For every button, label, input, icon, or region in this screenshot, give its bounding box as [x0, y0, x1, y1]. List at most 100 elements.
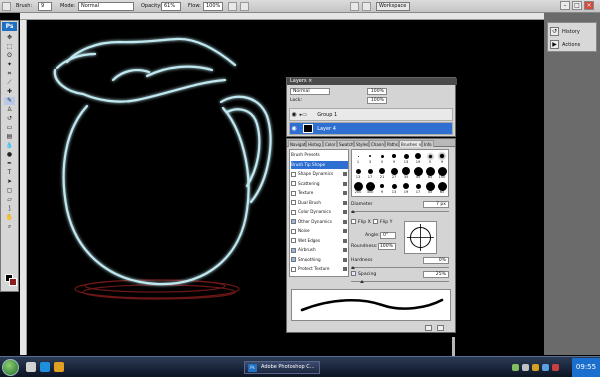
background-color-swatch[interactable]: [9, 278, 17, 286]
spacing-slider-thumb[interactable]: [360, 280, 364, 283]
diameter-slider-thumb[interactable]: [351, 210, 355, 213]
workspace-menu[interactable]: Workspace: [376, 2, 410, 11]
lock-icon[interactable]: [343, 181, 347, 186]
setting-checkbox[interactable]: [291, 238, 296, 243]
layer-fill-field[interactable]: 100%: [367, 97, 387, 104]
layers-tab[interactable]: Layers ×: [287, 78, 457, 85]
ie-icon[interactable]: [40, 362, 50, 372]
brush-setting-item[interactable]: Brush Presets: [291, 151, 348, 159]
brush-setting-item[interactable]: Other Dynamics: [291, 218, 348, 226]
dock-item-history[interactable]: ↺ History: [549, 26, 597, 38]
dodge-tool-icon[interactable]: ●: [4, 151, 15, 159]
brush-tip-preset[interactable]: 3: [364, 151, 376, 164]
notes-tool-icon[interactable]: ▱: [4, 196, 15, 204]
tab-color[interactable]: Color: [323, 140, 337, 147]
tab-histogram[interactable]: Histog: [306, 140, 323, 147]
taskbar-photoshop-button[interactable]: Ps Adobe Photoshop C...: [244, 361, 320, 374]
close-button[interactable]: ×: [584, 1, 594, 10]
brush-setting-item[interactable]: Noise: [291, 227, 348, 235]
maximize-button[interactable]: □: [572, 1, 582, 10]
brush-tip-preset[interactable]: 200: [352, 181, 364, 194]
brush-setting-item[interactable]: Wet Edges: [291, 237, 348, 245]
type-tool-icon[interactable]: T: [4, 169, 15, 177]
create-new-brush-icon[interactable]: [425, 325, 432, 331]
explorer-icon[interactable]: [54, 362, 64, 372]
brush-tool-icon[interactable]: ✎: [4, 97, 15, 105]
spacing-checkbox[interactable]: Spacing: [351, 271, 376, 278]
show-desktop-icon[interactable]: [26, 362, 36, 372]
layer-row-layer-4[interactable]: ◉ Layer 4: [289, 122, 453, 135]
airbrush-icon[interactable]: [228, 2, 237, 11]
setting-checkbox[interactable]: [291, 181, 296, 186]
security-tray-icon[interactable]: [532, 364, 539, 371]
tab-info[interactable]: Info: [422, 140, 434, 147]
tab-swatches[interactable]: Swatch: [337, 140, 354, 147]
marquee-tool-icon[interactable]: ⬚: [4, 43, 15, 51]
ruler-vertical[interactable]: [20, 20, 27, 355]
flip-x-checkbox[interactable]: Flip X: [351, 219, 371, 226]
brush-tip-grid[interactable]: 1 3 5 9 13 19 5 9 13 17 21 27 35 45 65 100 200 300 9 13 19 17…: [351, 149, 449, 197]
panel-scrollbar[interactable]: [452, 337, 455, 356]
lock-icon[interactable]: [343, 229, 347, 233]
angle-roundness-widget[interactable]: [404, 221, 437, 254]
move-tool-icon[interactable]: ✥: [4, 34, 15, 42]
brush-tip-preset[interactable]: 9: [376, 181, 388, 194]
flip-y-checkbox[interactable]: Flip Y: [373, 219, 392, 226]
brush-tip-preset[interactable]: 17: [412, 181, 424, 194]
brush-tip-preset[interactable]: 45: [412, 166, 424, 179]
network-tray-icon[interactable]: [512, 364, 519, 371]
lock-icon[interactable]: [343, 248, 347, 252]
layer-opacity-field[interactable]: 100%: [367, 88, 387, 95]
minimize-button[interactable]: –: [560, 1, 570, 10]
setting-checkbox[interactable]: [291, 200, 296, 205]
visibility-eye-icon[interactable]: ◉: [290, 109, 298, 120]
brush-tool-preset-icon[interactable]: [2, 2, 11, 11]
hand-tool-icon[interactable]: ✋: [4, 214, 15, 222]
diameter-slider[interactable]: [351, 211, 449, 212]
setting-checkbox[interactable]: [291, 257, 296, 262]
shape-tool-icon[interactable]: ▢: [4, 187, 15, 195]
lock-icon[interactable]: [343, 172, 347, 176]
trash-icon[interactable]: [437, 325, 444, 331]
spacing-field[interactable]: 25%: [423, 271, 449, 278]
setting-checkbox[interactable]: [291, 190, 296, 196]
tab-navigator[interactable]: Navigat: [288, 140, 306, 147]
brush-setting-item[interactable]: Shape Dynamics: [291, 170, 348, 178]
bridge-icon[interactable]: [362, 2, 371, 11]
lock-icon[interactable]: [343, 267, 347, 271]
setting-checkbox[interactable]: [291, 171, 296, 177]
magic-wand-tool-icon[interactable]: ✦: [4, 61, 15, 69]
layer-row-group-1[interactable]: ◉ ▸▭ Group 1: [289, 108, 453, 121]
brush-tip-preset[interactable]: 9: [388, 151, 400, 164]
brush-tip-preset[interactable]: 13: [388, 181, 400, 194]
brush-tip-preset[interactable]: 300: [364, 181, 376, 194]
path-selection-tool-icon[interactable]: ➤: [4, 178, 15, 186]
brush-setting-item[interactable]: Scattering: [291, 180, 348, 188]
brush-tip-preset[interactable]: 17: [364, 166, 376, 179]
clone-stamp-tool-icon[interactable]: ♙: [4, 106, 15, 114]
tab-brushes[interactable]: Brushes ×: [399, 140, 422, 147]
brush-size-picker[interactable]: 9: [38, 2, 52, 11]
lasso-tool-icon[interactable]: ʘ: [4, 52, 15, 60]
angle-field[interactable]: 0°: [380, 232, 396, 239]
setting-checkbox[interactable]: [291, 209, 296, 215]
lock-icon[interactable]: [343, 219, 347, 224]
hardness-field[interactable]: 0%: [423, 257, 449, 264]
gradient-tool-icon[interactable]: ▤: [4, 133, 15, 141]
antivirus-tray-icon[interactable]: [552, 364, 559, 371]
blur-tool-icon[interactable]: 💧: [4, 142, 15, 150]
tab-paths[interactable]: Paths: [385, 140, 399, 147]
volume-tray-icon[interactable]: [522, 364, 529, 371]
setting-checkbox[interactable]: [291, 247, 296, 253]
brush-setting-item[interactable]: Color Dynamics: [291, 208, 348, 216]
brush-tip-preset[interactable]: 100: [436, 166, 448, 179]
tablet-pressure-icon[interactable]: [240, 2, 249, 11]
hardness-slider-thumb[interactable]: [351, 266, 355, 269]
start-button[interactable]: [2, 359, 19, 376]
lock-icon[interactable]: [343, 210, 347, 214]
slice-tool-icon[interactable]: ⟋: [4, 79, 15, 87]
brush-tip-preset[interactable]: 35: [400, 166, 412, 179]
brush-tip-preset[interactable]: 19: [400, 181, 412, 194]
messenger-tray-icon[interactable]: [542, 364, 549, 371]
spacing-slider[interactable]: [351, 281, 449, 282]
